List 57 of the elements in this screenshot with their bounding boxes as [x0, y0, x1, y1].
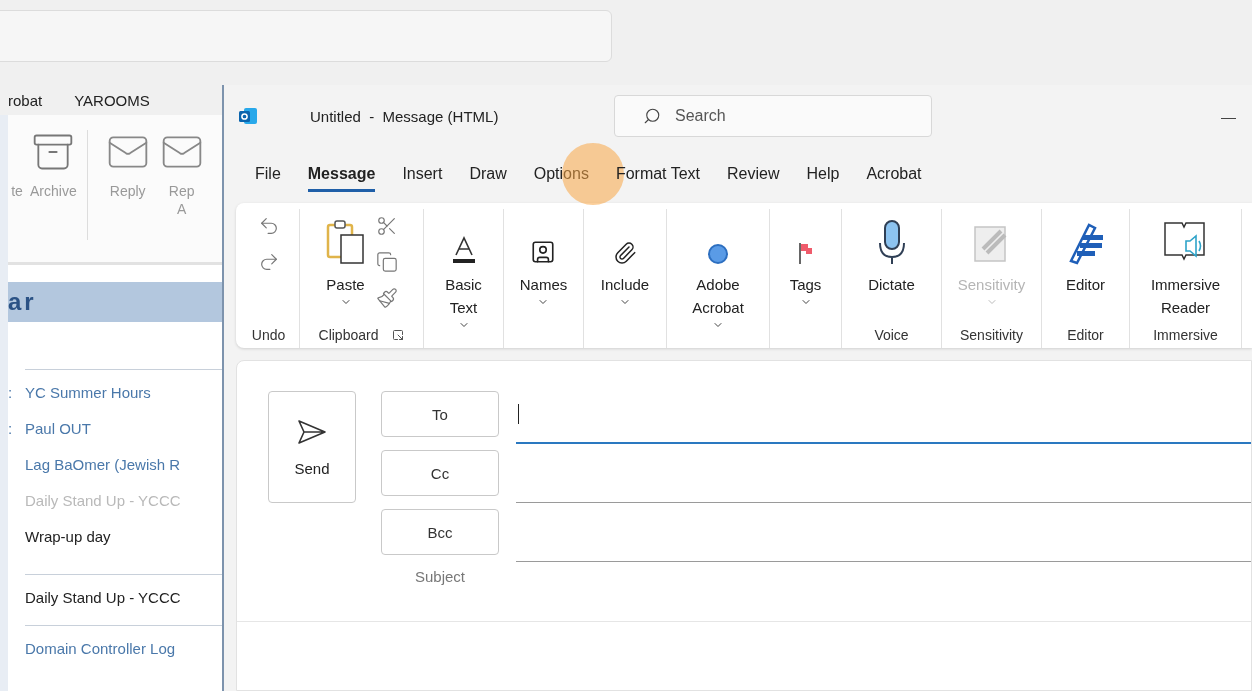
ribbon-tab[interactable]: File — [255, 158, 281, 192]
copy-icon[interactable] — [375, 251, 398, 273]
recipient-button[interactable]: Cc — [381, 450, 499, 496]
send-button[interactable]: Send — [268, 391, 356, 503]
contact-card-icon — [530, 239, 557, 265]
ribbon-button[interactable]: Basic Text — [445, 209, 482, 331]
ribbon-tab[interactable]: Options — [533, 158, 589, 192]
calendar-title: ar — [8, 288, 37, 316]
group-label: Voice — [874, 327, 909, 343]
ribbon-button[interactable]: Tags — [789, 209, 822, 322]
group-label: Undo — [251, 327, 286, 343]
flag-icon — [797, 241, 814, 265]
send-icon — [296, 417, 328, 446]
paperclip-icon — [613, 241, 637, 265]
recipient-button[interactable]: Bcc — [381, 509, 499, 555]
group-label: Immersive — [1153, 327, 1218, 343]
ribbon-button[interactable]: Adobe Acrobat — [692, 209, 744, 331]
app-icon — [238, 106, 258, 126]
group-label: Sensitivity — [960, 327, 1023, 343]
dialog-launcher-icon[interactable] — [392, 329, 405, 341]
recipient-button[interactable]: To — [381, 391, 499, 437]
time-separator: : — [8, 383, 14, 401]
text-cursor — [518, 404, 519, 424]
ribbon-tab[interactable]: Message — [307, 158, 376, 192]
ribbon-tab[interactable]: Acrobat — [866, 158, 922, 192]
ribbon-button[interactable]: Paste — [325, 209, 366, 322]
calendar-event[interactable]: YC Summer Hours — [25, 383, 151, 401]
calendar-event[interactable]: Domain Controller Log — [25, 639, 176, 657]
ribbon-tab[interactable]: robat — [8, 91, 43, 109]
ribbon-tab[interactable]: Insert — [402, 158, 443, 192]
ribbon-button[interactable]: Dictate — [868, 209, 915, 322]
minimize-button[interactable]: — — [1221, 107, 1236, 125]
font-color-icon — [450, 235, 477, 265]
ribbon-button[interactable]: Names — [519, 209, 568, 322]
ribbon-button[interactable]: Immersive Reader — [1150, 209, 1221, 322]
paintbrush-icon[interactable] — [375, 287, 398, 309]
ribbon-tab[interactable]: Format Text — [615, 158, 701, 192]
calendar-event[interactable]: Wrap-up day — [25, 527, 111, 545]
ribbon-tab[interactable]: Help — [806, 158, 840, 192]
window-title: Untitled - Message (HTML) — [310, 107, 500, 125]
ribbon-button[interactable]: Editor — [1064, 209, 1107, 322]
search-field[interactable]: Search — [614, 95, 932, 137]
ribbon-tab[interactable]: Review — [727, 158, 780, 192]
circle-icon — [707, 243, 729, 265]
group-label: Editor — [1067, 327, 1104, 343]
time-separator: : — [8, 419, 14, 437]
search-icon — [643, 107, 661, 125]
group-label: Clipboard — [318, 327, 379, 343]
calendar-event[interactable]: Daily Stand Up - YCCC — [25, 588, 181, 606]
ribbon-button[interactable]: Include — [600, 209, 650, 322]
calendar-event[interactable]: Paul OUT — [25, 419, 91, 437]
scissors-icon[interactable] — [375, 215, 398, 237]
ribbon-tab[interactable]: Draw — [469, 158, 507, 192]
ribbon-tab[interactable]: YAROOMS — [74, 91, 150, 109]
clipboard-icon — [325, 219, 366, 265]
calendar-event[interactable]: Lag BaOmer (Jewish R — [25, 455, 181, 473]
subject-label: Subject — [413, 568, 466, 585]
